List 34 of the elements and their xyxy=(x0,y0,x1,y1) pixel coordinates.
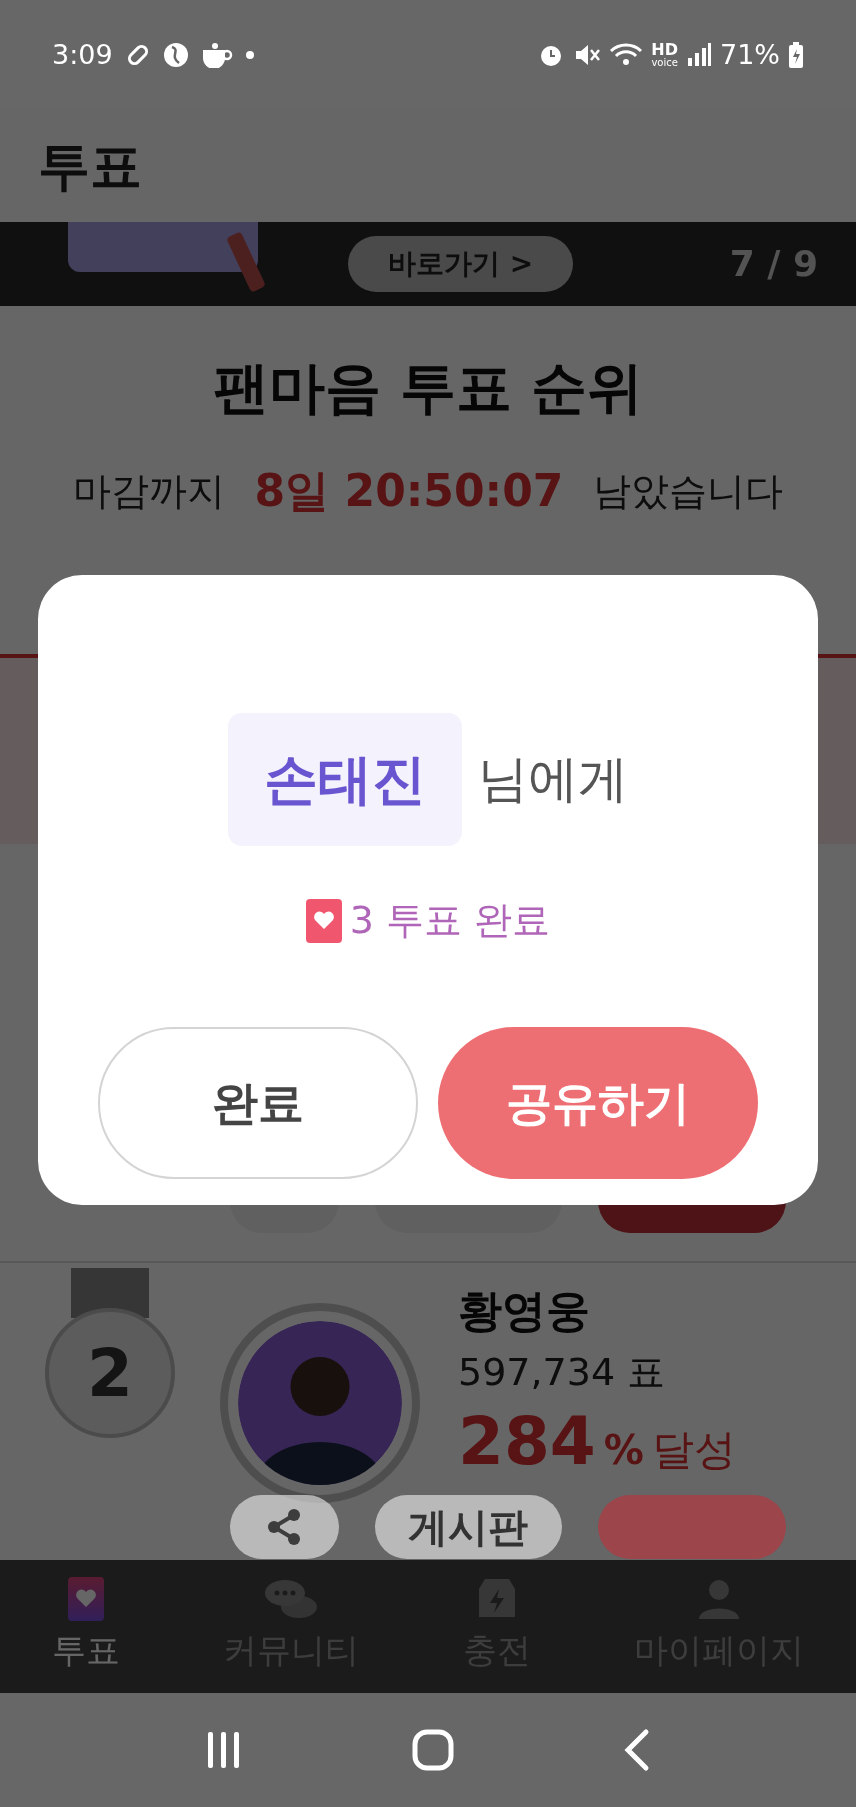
page-title: 투표 xyxy=(38,135,142,198)
ranking-title: 팬마음 투표 순위 xyxy=(212,354,644,422)
rank-medal: 2 xyxy=(45,1268,175,1438)
countdown-label: 남았습니다 xyxy=(593,467,784,515)
countdown-time: 8일 20:50:07 xyxy=(254,464,564,518)
achievement-label: 달성 xyxy=(651,1424,736,1476)
swirl-icon xyxy=(162,42,189,68)
battery-icon xyxy=(788,41,804,69)
percent-sign: % xyxy=(603,1426,644,1475)
home-icon[interactable] xyxy=(411,1728,455,1772)
done-button[interactable]: 완료 xyxy=(98,1027,418,1179)
achievement-percent: 284 xyxy=(458,1402,596,1482)
battery-percent: 71% xyxy=(720,37,780,72)
heart-card-icon xyxy=(305,898,342,943)
heart-card-icon xyxy=(67,1577,104,1621)
dot-icon xyxy=(244,50,255,60)
signal-icon xyxy=(686,42,712,68)
board-button[interactable]: 게시판 xyxy=(374,1495,563,1559)
share-button[interactable]: 공유하기 xyxy=(438,1027,758,1179)
vote-result: 3 투표 완료 xyxy=(349,897,551,944)
chat-bubbles-icon xyxy=(263,1577,320,1621)
status-time: 3:09 xyxy=(52,37,113,72)
candidate-name: 황영웅 xyxy=(458,1284,591,1338)
person-icon xyxy=(697,1577,742,1621)
slide-counter: 7 / 9 xyxy=(729,242,818,286)
share-button[interactable] xyxy=(230,1495,339,1559)
recipient-suffix: 님에게 xyxy=(478,749,628,810)
cup-icon xyxy=(200,42,233,68)
tab[interactable]: 투표 xyxy=(51,1577,120,1676)
recipient-name: 손태진 xyxy=(228,713,462,846)
hd-voice-icon: HD voice xyxy=(651,42,678,68)
shortcut-button[interactable]: 바로가기 > xyxy=(348,236,574,292)
vote-count: 597,734 표 xyxy=(458,1349,667,1396)
countdown-label: 마감까지 xyxy=(72,467,225,515)
